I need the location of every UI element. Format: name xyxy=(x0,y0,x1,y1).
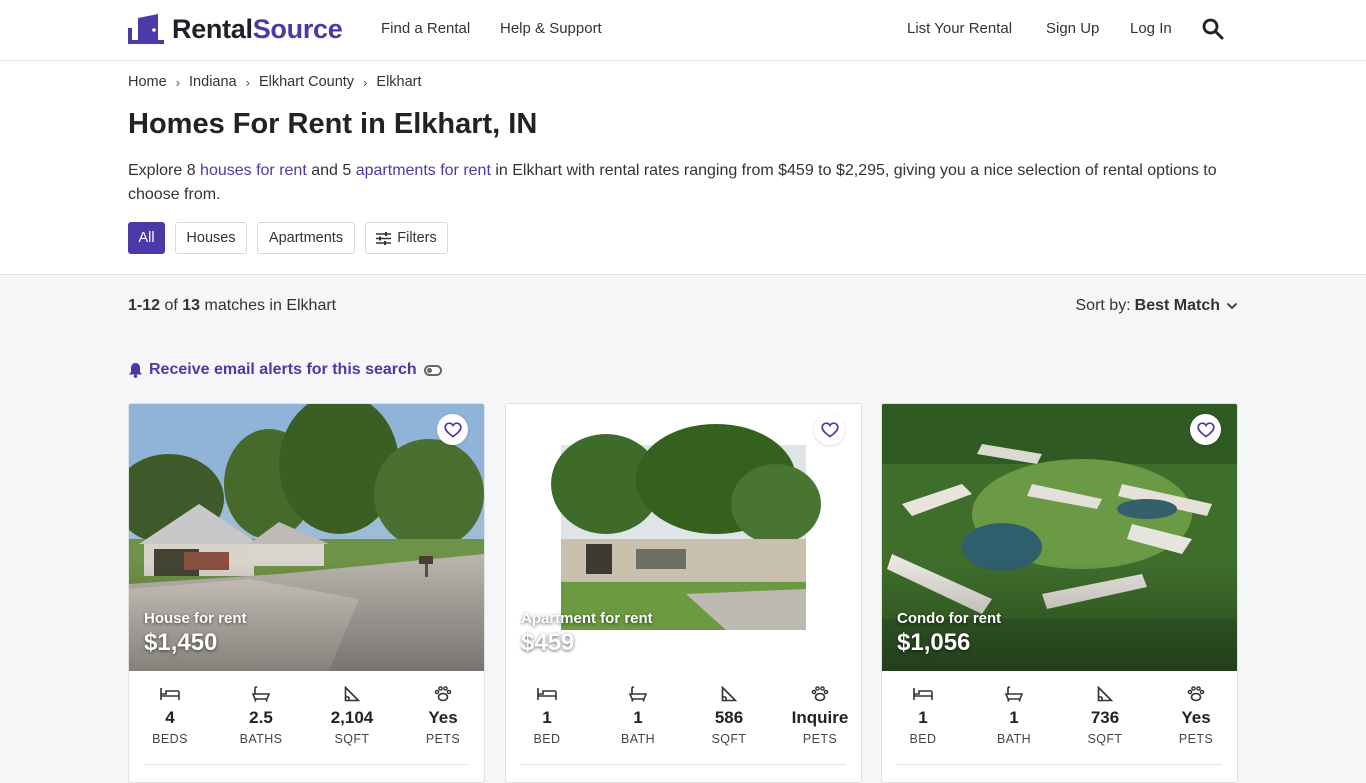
alert-switch[interactable] xyxy=(423,364,442,376)
stat-sqft: 586 SQFT xyxy=(694,684,764,746)
search-button[interactable] xyxy=(1201,17,1225,41)
email-alert-label: Receive email alerts for this search xyxy=(149,361,417,378)
apartments-for-rent-link[interactable]: apartments for rent xyxy=(356,162,491,179)
listing-price: $1,056 xyxy=(897,629,971,656)
houses-for-rent-link[interactable]: houses for rent xyxy=(200,162,307,179)
nav-find-a-rental[interactable]: Find a Rental xyxy=(381,20,470,37)
listing-type: Apartment for rent xyxy=(521,610,653,627)
heart-icon xyxy=(820,421,839,438)
sliders-icon xyxy=(376,231,392,245)
listing-stats: 1 BED 1 BATH 736 SQFT Yes PETS xyxy=(882,684,1237,764)
sort-dropdown[interactable]: Sort by: Best Match xyxy=(1076,297,1239,315)
results-count: 1-12 of 13 matches in Elkhart xyxy=(128,297,337,314)
ruler-triangle-icon xyxy=(1097,686,1113,702)
chevron-down-icon xyxy=(1226,302,1238,310)
filters-button[interactable]: Filters xyxy=(365,222,448,254)
sort-value: Best Match xyxy=(1134,297,1220,314)
bathtub-icon xyxy=(1005,686,1023,702)
stat-beds: 1 BED xyxy=(888,684,958,746)
favorite-button[interactable] xyxy=(814,414,845,445)
bathtub-icon xyxy=(252,686,270,702)
listing-card[interactable]: Condo for rent $1,056 1 BED 1 BATH 736 S… xyxy=(881,403,1238,783)
paw-icon xyxy=(434,686,452,702)
card-divider xyxy=(521,764,846,765)
listing-photo[interactable]: Condo for rent $1,056 xyxy=(882,404,1237,671)
breadcrumb-indiana[interactable]: Indiana xyxy=(189,74,237,90)
stat-sqft: 736 SQFT xyxy=(1070,684,1140,746)
breadcrumb-elkhart[interactable]: Elkhart xyxy=(376,74,421,90)
email-alert-toggle[interactable]: Receive email alerts for this search xyxy=(128,361,442,379)
listing-photo[interactable]: Apartment for rent $459 xyxy=(506,404,861,671)
favorite-button[interactable] xyxy=(437,414,468,445)
stat-baths: 2.5 BATHS xyxy=(226,684,296,746)
filter-all-button[interactable]: All xyxy=(128,222,165,254)
heart-icon xyxy=(443,421,462,438)
ruler-triangle-icon xyxy=(344,686,360,702)
card-divider xyxy=(144,764,469,765)
card-divider xyxy=(897,764,1222,765)
breadcrumb-separator: › xyxy=(175,74,181,90)
listing-stats: 4 BEDS 2.5 BATHS 2,104 SQFT Yes PETS xyxy=(129,684,484,764)
nav-sign-up[interactable]: Sign Up xyxy=(1046,20,1099,37)
nav-help-support[interactable]: Help & Support xyxy=(500,20,602,37)
stat-sqft: 2,104 SQFT xyxy=(317,684,387,746)
bed-icon xyxy=(160,688,180,700)
favorite-button[interactable] xyxy=(1190,414,1221,445)
listing-price: $459 xyxy=(521,629,575,656)
paw-icon xyxy=(811,686,829,702)
brand-name: RentalSource xyxy=(172,13,343,44)
breadcrumb: Home › Indiana › Elkhart County › Elkhar… xyxy=(128,74,422,90)
breadcrumb-separator: › xyxy=(363,74,368,90)
bathtub-icon xyxy=(629,686,647,702)
filter-houses-button[interactable]: Houses xyxy=(175,222,247,254)
nav-list-your-rental[interactable]: List Your Rental xyxy=(907,20,1012,37)
listing-card[interactable]: House for rent $1,450 4 BEDS 2.5 BATHS 2… xyxy=(128,403,485,783)
sort-label: Sort by: xyxy=(1075,297,1131,314)
stat-pets: Inquire PETS xyxy=(785,684,855,746)
stat-beds: 4 BEDS xyxy=(135,684,205,746)
listing-type: Condo for rent xyxy=(897,610,1002,627)
heart-icon xyxy=(1196,421,1215,438)
breadcrumb-home[interactable]: Home xyxy=(128,74,167,90)
site-logo[interactable]: RentalSource xyxy=(128,13,343,45)
stat-pets: Yes PETS xyxy=(408,684,478,746)
search-icon xyxy=(1202,18,1224,40)
nav-log-in[interactable]: Log In xyxy=(1130,20,1172,37)
filter-apartments-button[interactable]: Apartments xyxy=(257,222,355,254)
intro-text: Explore 8 houses for rent and 5 apartmen… xyxy=(128,162,1217,203)
door-logo-icon xyxy=(128,14,164,44)
breadcrumb-separator: › xyxy=(245,74,250,90)
stat-pets: Yes PETS xyxy=(1161,684,1231,746)
bell-icon xyxy=(129,363,142,378)
listing-card[interactable]: Apartment for rent $459 1 BED 1 BATH 586… xyxy=(505,403,862,783)
stat-baths: 1 BATH xyxy=(603,684,673,746)
listing-price: $1,450 xyxy=(144,629,218,656)
listing-stats: 1 BED 1 BATH 586 SQFT Inquire PETS xyxy=(506,684,861,764)
stat-baths: 1 BATH xyxy=(979,684,1049,746)
page-title: Homes For Rent in Elkhart, IN xyxy=(128,108,538,140)
bed-icon xyxy=(913,688,933,700)
search-header: Home › Indiana › Elkhart County › Elkhar… xyxy=(0,61,1366,275)
breadcrumb-elkhart-county[interactable]: Elkhart County xyxy=(259,74,354,90)
paw-icon xyxy=(1187,686,1205,702)
stat-beds: 1 BED xyxy=(512,684,582,746)
filters-label: Filters xyxy=(397,230,437,246)
ruler-triangle-icon xyxy=(721,686,737,702)
top-navigation-bar: RentalSource Find a Rental Help & Suppor… xyxy=(0,0,1366,61)
bed-icon xyxy=(537,688,557,700)
listing-type: House for rent xyxy=(144,610,247,627)
listing-photo[interactable]: House for rent $1,450 xyxy=(129,404,484,671)
